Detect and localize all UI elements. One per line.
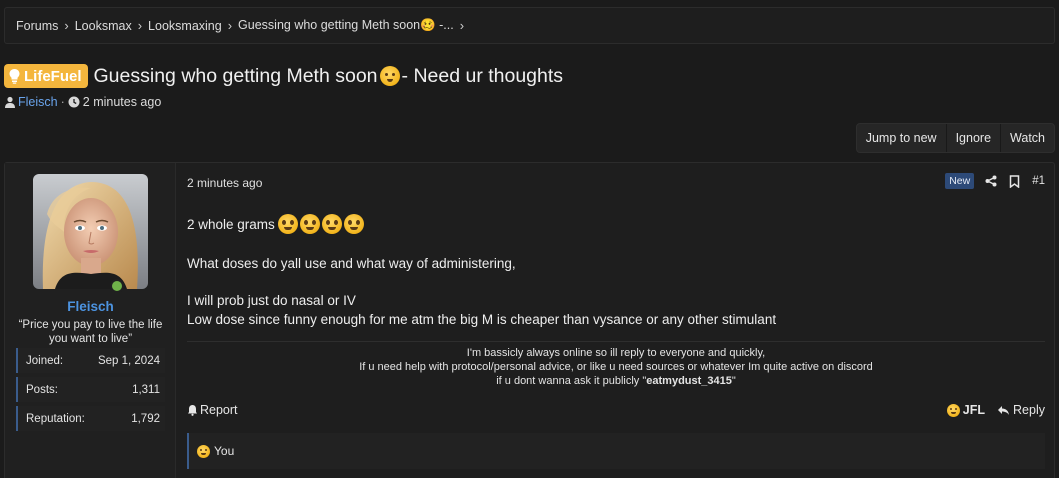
post-timestamp[interactable]: 2 minutes ago (187, 176, 262, 190)
discord-handle: eatmydust_3415 (646, 375, 732, 387)
breadcrumb-item-looksmaxing[interactable]: Looksmaxing (148, 19, 222, 33)
laughing-emoji-icon (197, 444, 210, 458)
post-footer: Report JFL Reply (187, 403, 1045, 417)
post-tools: New #1 (945, 173, 1045, 189)
breadcrumb-item-looksmax[interactable]: Looksmax (75, 19, 132, 33)
post-line: 2 whole grams (187, 214, 364, 234)
laughing-emoji-icon (946, 403, 960, 417)
thread-title-row: LifeFuel Guessing who getting Meth soon … (4, 64, 563, 88)
thread-actions: Jump to new Ignore Watch (855, 123, 1055, 153)
post-line: Low dose since funny enough for me atm t… (187, 312, 777, 327)
thread-author-link[interactable]: Fleisch (18, 95, 58, 109)
bell-icon (188, 405, 197, 416)
reply-icon (998, 405, 1010, 415)
user-stats: Joined: Sep 1, 2024 Posts: 1,311 Reputatio… (16, 348, 165, 435)
user-icon (5, 96, 15, 108)
post-user-cell: Fleisch “Price you pay to live the life … (5, 163, 176, 478)
drooling-face-emoji-icon (299, 214, 320, 234)
stat-joined: Joined: Sep 1, 2024 (16, 348, 165, 373)
thread-meta: Fleisch · 2 minutes ago (4, 95, 161, 109)
online-status-indicator (110, 279, 124, 293)
watch-button[interactable]: Watch (1000, 124, 1054, 152)
share-icon[interactable] (985, 175, 997, 187)
chevron-right-icon: › (137, 18, 143, 33)
post-main: 2 minutes ago New #1 2 whole grams What … (177, 163, 1055, 478)
reaction-button[interactable]: JFL (946, 403, 985, 417)
signature: I'm bassicly always online so ill reply … (187, 341, 1045, 388)
reactions-bar[interactable]: You (187, 433, 1045, 469)
breadcrumb-item-thread[interactable]: Guessing who getting Meth soon🥴 -... (238, 18, 454, 33)
woozy-face-emoji-icon (379, 66, 400, 86)
breadcrumb: Forums › Looksmax › Looksmaxing › Guessi… (4, 7, 1055, 44)
post-number-link[interactable]: #1 (1032, 175, 1045, 187)
post-line: I will prob just do nasal or IV (187, 293, 356, 308)
emoji-group (277, 214, 364, 234)
page-title-suffix: - Need ur thoughts (401, 64, 564, 87)
report-link[interactable]: Report (187, 403, 238, 417)
chevron-right-icon: › (227, 18, 233, 33)
jump-to-new-button[interactable]: Jump to new (857, 124, 946, 152)
ignore-button[interactable]: Ignore (945, 124, 1000, 152)
thread-start-time[interactable]: 2 minutes ago (83, 95, 162, 109)
post-footer-right: JFL Reply (946, 403, 1045, 417)
chevron-right-icon: › (64, 18, 69, 33)
page-title: Guessing who getting Meth soon (93, 64, 378, 87)
stat-reputation: Reputation: 1,792 (16, 406, 165, 431)
username-link[interactable]: Fleisch (5, 299, 176, 314)
chevron-right-icon: › (459, 18, 465, 33)
avatar[interactable] (33, 174, 148, 289)
lightbulb-icon (9, 69, 20, 84)
drooling-face-emoji-icon (277, 214, 298, 234)
drooling-face-emoji-icon (321, 214, 342, 234)
bookmark-icon[interactable] (1009, 174, 1020, 188)
post: Fleisch “Price you pay to live the life … (4, 162, 1055, 478)
user-title: “Price you pay to live the life you want… (18, 319, 163, 345)
reply-button[interactable]: Reply (997, 403, 1045, 417)
avatar-image (33, 174, 148, 289)
drooling-face-emoji-icon (343, 214, 364, 234)
new-badge: New (945, 173, 975, 189)
clock-icon (68, 96, 80, 108)
stat-posts: Posts: 1,311 (16, 377, 165, 402)
meta-separator: · (60, 95, 65, 109)
post-line: What doses do yall use and what way of a… (187, 256, 516, 271)
breadcrumb-item-forums[interactable]: Forums (16, 19, 58, 33)
thread-prefix-badge[interactable]: LifeFuel (4, 64, 88, 88)
